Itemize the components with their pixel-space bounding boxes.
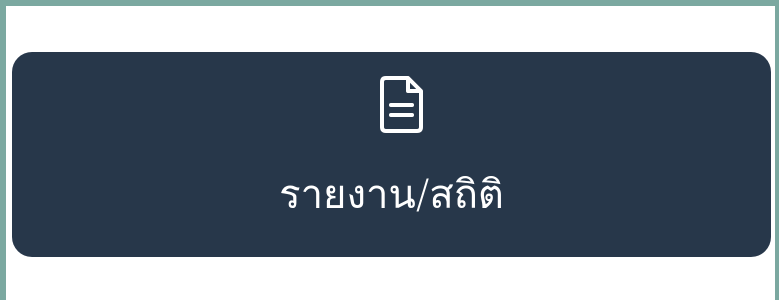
reports-statistics-label: รายงาน/สถิติ [279, 172, 504, 218]
document-icon [380, 74, 426, 134]
frame-right-border [775, 0, 779, 300]
reports-statistics-button[interactable]: รายงาน/สถิติ [12, 52, 771, 257]
